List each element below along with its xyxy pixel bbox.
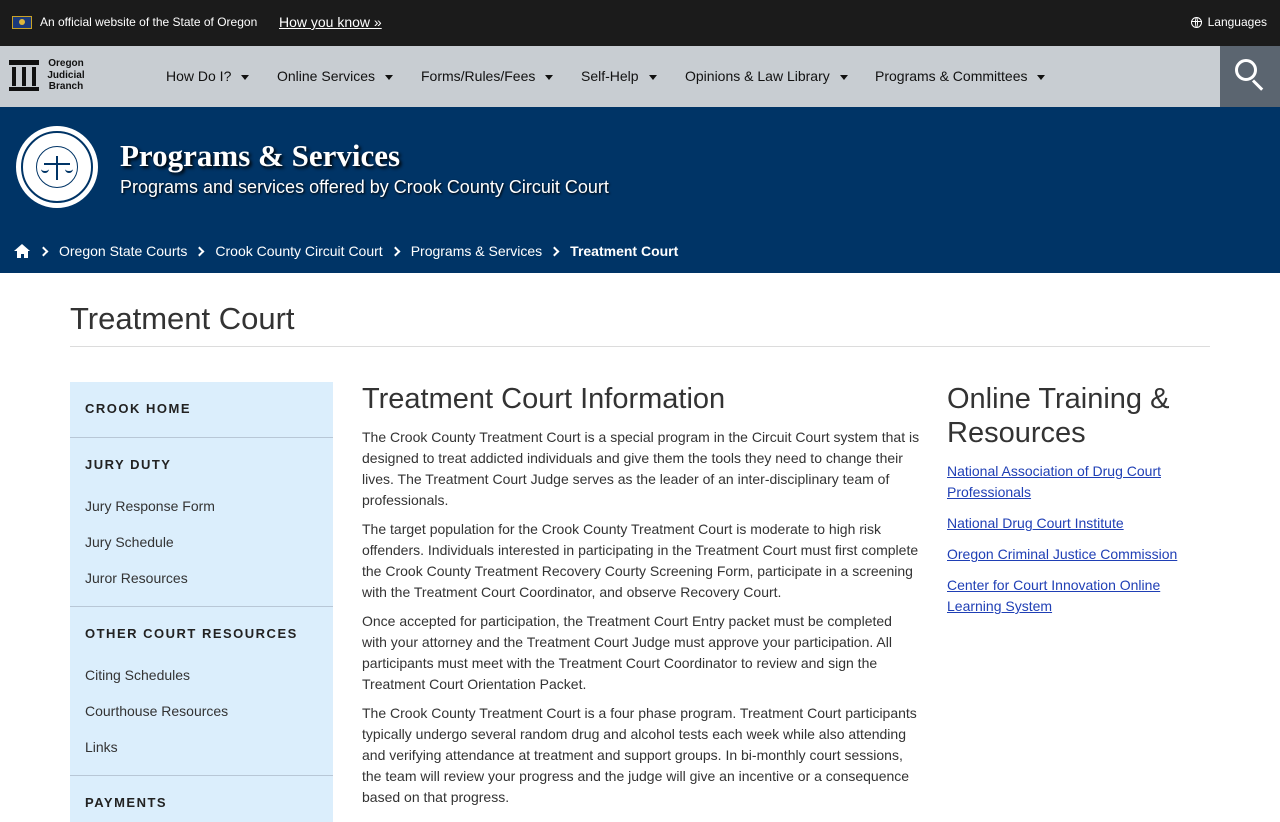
resources-links: National Association of Drug Court Profe… (947, 461, 1209, 617)
breadcrumb-crook-county-circuit-court[interactable]: Crook County Circuit Court (215, 243, 382, 259)
sidebar-divider (70, 775, 333, 776)
search-button[interactable] (1220, 46, 1280, 107)
chevron-down-icon (1037, 74, 1046, 80)
chevron-down-icon (241, 74, 250, 80)
sidebar-item-juror-resources[interactable]: Juror Resources (85, 570, 188, 586)
sidebar-divider (70, 437, 333, 438)
page-title: Treatment Court (70, 301, 295, 336)
chevron-right-icon (549, 246, 560, 256)
official-site-text: An official website of the State of Oreg… (40, 15, 258, 29)
content-heading: Treatment Court Information (362, 383, 726, 415)
logo-text: Oregon Judicial Branch (47, 58, 85, 92)
chevron-down-icon (648, 74, 657, 80)
nav-item-opinions-law-library[interactable]: Opinions & Law Library (685, 68, 848, 84)
page-hero: Programs & Services Programs and service… (0, 107, 1280, 273)
main-navigation: Oregon Judicial Branch How Do I? Online … (0, 46, 1280, 107)
sidebar-item-courthouse-resources[interactable]: Courthouse Resources (85, 703, 228, 719)
sidebar-item-jury-response-form[interactable]: Jury Response Form (85, 498, 215, 514)
courthouse-icon (9, 58, 39, 92)
nav-item-programs-committees[interactable]: Programs & Committees (875, 68, 1046, 84)
home-icon[interactable] (14, 244, 31, 258)
sidebar-item-jury-schedule[interactable]: Jury Schedule (85, 534, 174, 550)
nav-item-online-services[interactable]: Online Services (277, 68, 394, 84)
chevron-down-icon (545, 74, 554, 80)
sidebar-divider (70, 606, 333, 607)
sidebar-heading-crook-home[interactable]: CROOK HOME (85, 401, 191, 416)
judicial-department-seal (16, 126, 98, 208)
oregon-flag-icon (12, 16, 32, 29)
content-paragraph: The Crook County Treatment Court is a sp… (362, 429, 920, 508)
sidebar-item-citing-schedules[interactable]: Citing Schedules (85, 667, 190, 683)
link-nadcp[interactable]: National Association of Drug Court Profe… (947, 461, 1209, 503)
title-divider (70, 346, 1210, 347)
sidebar: CROOK HOME JURY DUTY Jury Response Form … (70, 382, 333, 822)
content-paragraph: The target population for the Crook Coun… (362, 521, 919, 600)
how-you-know-link[interactable]: How you know » (279, 14, 382, 30)
globe-icon (1190, 16, 1202, 28)
nav-item-how-do-i[interactable]: How Do I? (166, 68, 250, 84)
sidebar-heading-jury-duty[interactable]: JURY DUTY (85, 457, 171, 472)
chevron-right-icon (194, 246, 205, 256)
chevron-right-icon (390, 246, 401, 256)
chevron-down-icon (385, 74, 394, 80)
sidebar-item-links[interactable]: Links (85, 739, 118, 755)
breadcrumb: Oregon State Courts Crook County Circuit… (14, 243, 678, 259)
languages-label: Languages (1207, 15, 1267, 29)
link-ndci[interactable]: National Drug Court Institute (947, 513, 1209, 534)
breadcrumb-current: Treatment Court (570, 243, 679, 259)
content-paragraph: Once accepted for participation, the Tre… (362, 613, 892, 692)
sidebar-heading-other-court-resources[interactable]: OTHER COURT RESOURCES (85, 626, 298, 641)
chevron-down-icon (839, 74, 848, 80)
nav-item-self-help[interactable]: Self-Help (581, 68, 657, 84)
content-paragraph: The Crook County Treatment Court is a fo… (362, 705, 917, 805)
resources-heading: Online Training & Resources (947, 383, 1170, 449)
search-icon (1235, 59, 1257, 81)
hero-subtitle: Programs and services offered by Crook C… (120, 177, 609, 197)
breadcrumb-programs-services[interactable]: Programs & Services (411, 243, 542, 259)
languages-button[interactable]: Languages (1190, 15, 1267, 29)
link-court-innovation[interactable]: Center for Court Innovation Online Learn… (947, 575, 1209, 617)
resources-column: Online Training & Resources National Ass… (947, 382, 1209, 627)
hero-title: Programs & Services (120, 138, 401, 173)
official-banner: An official website of the State of Oreg… (0, 0, 1280, 46)
chevron-right-icon (38, 246, 49, 256)
main-content: Treatment Court Information The Crook Co… (362, 382, 920, 808)
sidebar-heading-payments[interactable]: PAYMENTS (85, 795, 167, 810)
breadcrumb-oregon-state-courts[interactable]: Oregon State Courts (59, 243, 187, 259)
nav-item-forms-rules-fees[interactable]: Forms/Rules/Fees (421, 68, 554, 84)
link-oregon-cjc[interactable]: Oregon Criminal Justice Commission (947, 544, 1209, 565)
ojd-logo[interactable]: Oregon Judicial Branch (9, 58, 89, 96)
